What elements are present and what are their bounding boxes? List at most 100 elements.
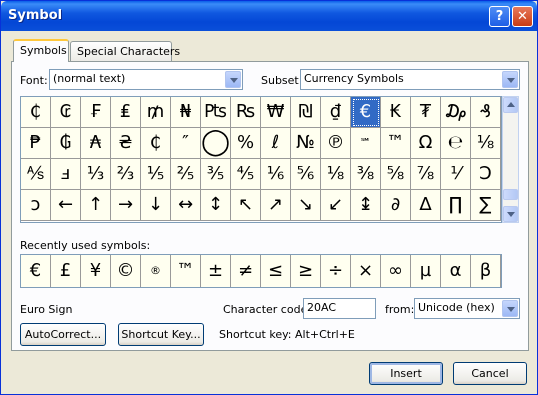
symbol-cell[interactable]: ₴ xyxy=(111,128,141,159)
symbol-cell[interactable]: ↓ xyxy=(141,190,171,221)
symbol-cell[interactable]: ⅕ xyxy=(141,159,171,190)
symbol-cell[interactable]: ⅙ xyxy=(261,159,291,190)
tab-symbols[interactable]: Symbols xyxy=(13,39,69,62)
title-bar[interactable]: Symbol ? ✕ xyxy=(1,1,537,31)
symbol-cell[interactable]: ← xyxy=(51,190,81,221)
symbol-cell[interactable]: ⅎ xyxy=(51,159,81,190)
symbol-cell[interactable]: ₵ xyxy=(21,97,51,128)
recent-symbol-cell[interactable]: ¥ xyxy=(81,255,111,287)
symbol-cell[interactable]: ₵ xyxy=(141,128,171,159)
recent-symbol-cell[interactable]: β xyxy=(471,255,501,287)
recent-symbol-cell[interactable]: ≠ xyxy=(231,255,261,287)
symbol-cell[interactable]: ₳ xyxy=(81,128,111,159)
symbol-cell[interactable]: € xyxy=(351,97,381,128)
recent-symbol-cell[interactable]: ≤ xyxy=(261,255,291,287)
symbol-cell[interactable]: ₰ xyxy=(471,97,501,128)
symbol-cell[interactable]: ⅞ xyxy=(411,159,441,190)
symbol-cell[interactable]: ℮ xyxy=(441,128,471,159)
symbol-cell[interactable]: ₩ xyxy=(261,97,291,128)
symbol-cell[interactable]: ⅘ xyxy=(231,159,261,190)
symbol-cell[interactable]: ₥ xyxy=(141,97,171,128)
symbol-cell[interactable]: Ↄ xyxy=(471,159,501,190)
close-button[interactable]: ✕ xyxy=(512,6,533,27)
symbol-cell[interactable]: ↙ xyxy=(321,190,351,221)
recent-symbol-cell[interactable]: ÷ xyxy=(321,255,351,287)
symbol-cell[interactable]: ↕ xyxy=(201,190,231,221)
symbol-cell[interactable]: ₨ xyxy=(231,97,261,128)
symbol-cell[interactable]: ₭ xyxy=(381,97,411,128)
symbol-cell[interactable]: ↘ xyxy=(291,190,321,221)
symbol-cell[interactable]: ⅝ xyxy=(381,159,411,190)
recent-symbol-cell[interactable]: µ xyxy=(411,255,441,287)
symbol-cell[interactable]: ↗ xyxy=(261,190,291,221)
symbol-cell[interactable]: ₯ xyxy=(441,97,471,128)
symbol-cell[interactable]: ℠ xyxy=(351,128,381,159)
symbol-grid[interactable]: ₵ ₢ ₣ ₤ ₥ ₦ ₧ ₨ ₩ ₪ ₫ € ₭ ₮ ₯ ₰ ₱ ₲ ₳ ₴ ₵ ″ ◯% ℓ № ℗ ℠ ™ Ω ℮ ⅛ ⅍ ⅎ ⅓ ⅔ ⅕ ⅖ ⅗ ⅘… xyxy=(20,96,502,223)
symbol-cell[interactable]: ₲ xyxy=(51,128,81,159)
symbol-cell[interactable]: ₮ xyxy=(411,97,441,128)
cancel-button[interactable]: Cancel xyxy=(453,362,527,385)
font-dropdown-arrow-icon[interactable] xyxy=(225,71,241,88)
symbol-cell[interactable]: Ω xyxy=(411,128,441,159)
symbol-cell[interactable]: ⅛ xyxy=(321,159,351,190)
subset-select[interactable]: Currency Symbols xyxy=(300,69,520,90)
tab-special-characters[interactable]: Special Characters xyxy=(70,41,180,61)
symbol-cell[interactable]: ⅗ xyxy=(201,159,231,190)
character-code-input[interactable]: 20AC xyxy=(303,298,376,319)
symbol-cell[interactable]: ₤ xyxy=(111,97,141,128)
symbol-cell[interactable]: ↔ xyxy=(171,190,201,221)
symbol-cell[interactable]: ↨ xyxy=(351,190,381,221)
symbol-cell[interactable]: ₪ xyxy=(291,97,321,128)
help-button[interactable]: ? xyxy=(489,6,510,27)
symbol-cell[interactable]: ∂ xyxy=(381,190,411,221)
autocorrect-button[interactable]: AutoCorrect... xyxy=(20,323,106,346)
symbol-cell[interactable]: ∏ xyxy=(441,190,471,221)
recent-symbol-cell[interactable]: ≥ xyxy=(291,255,321,287)
recent-symbol-cell[interactable]: © xyxy=(111,255,141,287)
symbol-cell[interactable]: ⅔ xyxy=(111,159,141,190)
symbol-cell[interactable]: № xyxy=(291,128,321,159)
symbol-cell[interactable]: ◯ xyxy=(201,128,231,159)
symbol-cell[interactable]: ⅓ xyxy=(81,159,111,190)
symbol-cell[interactable]: ₧ xyxy=(201,97,231,128)
from-dropdown-arrow-icon[interactable] xyxy=(502,300,518,317)
insert-button[interactable]: Insert xyxy=(369,362,443,385)
recent-symbol-cell[interactable]: ∞ xyxy=(381,255,411,287)
symbol-grid-scrollbar[interactable] xyxy=(502,96,519,223)
recent-symbol-cell[interactable]: × xyxy=(351,255,381,287)
scroll-up-arrow-icon[interactable] xyxy=(503,97,518,113)
symbol-cell[interactable]: ₦ xyxy=(171,97,201,128)
symbol-cell[interactable]: ∑ xyxy=(471,190,501,221)
symbol-cell[interactable]: ⅛ xyxy=(471,128,501,159)
recent-symbol-cell[interactable]: ™ xyxy=(171,255,201,287)
symbol-cell[interactable]: ℗ xyxy=(321,128,351,159)
symbol-cell[interactable]: ″ xyxy=(171,128,201,159)
symbol-cell[interactable]: ⅚ xyxy=(291,159,321,190)
recent-symbol-cell[interactable]: α xyxy=(441,255,471,287)
symbol-cell[interactable]: ₣ xyxy=(81,97,111,128)
symbol-cell[interactable]: ™ xyxy=(381,128,411,159)
scroll-down-arrow-icon[interactable] xyxy=(503,206,518,222)
symbol-cell[interactable]: ₱ xyxy=(21,128,51,159)
recent-symbol-cell[interactable]: ® xyxy=(141,255,171,287)
symbol-cell[interactable]: ∆ xyxy=(411,190,441,221)
from-select[interactable]: Unicode (hex) xyxy=(414,298,520,319)
symbol-cell[interactable]: ⅟ xyxy=(441,159,471,190)
scroll-thumb[interactable] xyxy=(503,189,518,200)
subset-dropdown-arrow-icon[interactable] xyxy=(502,71,518,88)
symbol-cell[interactable]: ⅍ xyxy=(21,159,51,190)
shortcut-key-button[interactable]: Shortcut Key... xyxy=(118,323,204,346)
symbol-cell[interactable]: ↖ xyxy=(231,190,261,221)
symbol-cell[interactable]: ⅖ xyxy=(171,159,201,190)
font-select[interactable]: (normal text) xyxy=(49,69,243,90)
symbol-cell[interactable]: ₫ xyxy=(321,97,351,128)
recent-symbols-grid[interactable]: € £ ¥ © ® ™ ± ≠ ≤ ≥ ÷ × ∞ µ α β xyxy=(20,254,502,288)
symbol-cell[interactable]: ↑ xyxy=(81,190,111,221)
recent-symbol-cell[interactable]: £ xyxy=(51,255,81,287)
symbol-cell[interactable]: ₢ xyxy=(51,97,81,128)
symbol-cell[interactable]: ℓ xyxy=(261,128,291,159)
recent-symbol-cell[interactable]: ± xyxy=(201,255,231,287)
symbol-cell[interactable]: → xyxy=(111,190,141,221)
symbol-cell[interactable]: % xyxy=(231,128,261,159)
symbol-cell[interactable]: ↄ xyxy=(21,190,51,221)
